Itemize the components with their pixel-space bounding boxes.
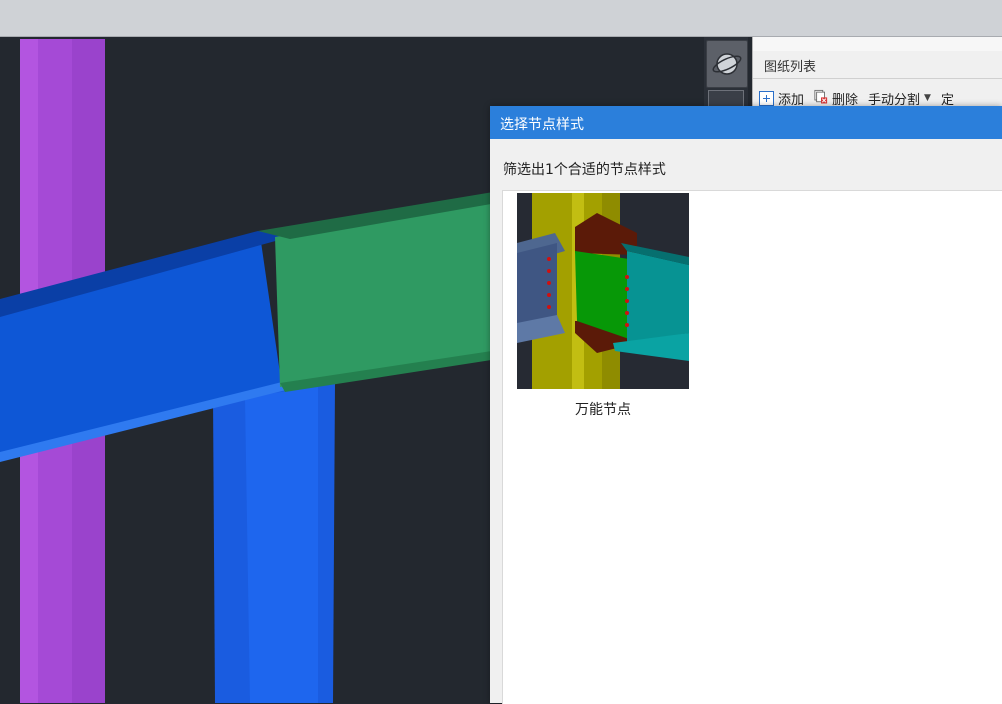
add-button[interactable]: 添加 <box>759 89 804 108</box>
manual-split-button[interactable]: 手动分割 ▼ <box>868 89 931 108</box>
node-style-label: 万能节点 <box>575 402 631 418</box>
dialog-titlebar[interactable]: 选择节点样式 <box>490 106 1002 139</box>
add-label: 添加 <box>778 92 805 108</box>
delete-label: 删除 <box>832 92 859 108</box>
top-toolbar-area <box>0 0 1002 37</box>
node-style-list: 万能节点 <box>502 190 1002 704</box>
orbit-icon <box>712 53 742 75</box>
add-icon <box>759 90 774 106</box>
panel-title: 图纸列表 <box>764 60 817 75</box>
panel-header-band <box>753 37 1002 51</box>
more-toolbar-button[interactable]: 定 <box>941 89 954 108</box>
chevron-down-icon: ▼ <box>924 93 931 103</box>
more-label: 定 <box>940 92 954 108</box>
delete-icon <box>814 89 828 108</box>
filter-result-text: 筛选出1个合适的节点样式 <box>503 162 666 178</box>
dialog-title: 选择节点样式 <box>500 117 584 133</box>
delete-button[interactable]: 删除 <box>814 89 858 108</box>
orbit-button[interactable] <box>706 40 748 88</box>
node-style-item[interactable]: 万能节点 <box>517 193 689 423</box>
select-node-style-dialog: 选择节点样式 筛选出1个合适的节点样式 万能节点 <box>490 106 1002 704</box>
node-style-thumbnail <box>517 193 689 389</box>
panel-divider <box>753 78 1002 79</box>
manual-split-label: 手动分割 <box>868 92 921 108</box>
